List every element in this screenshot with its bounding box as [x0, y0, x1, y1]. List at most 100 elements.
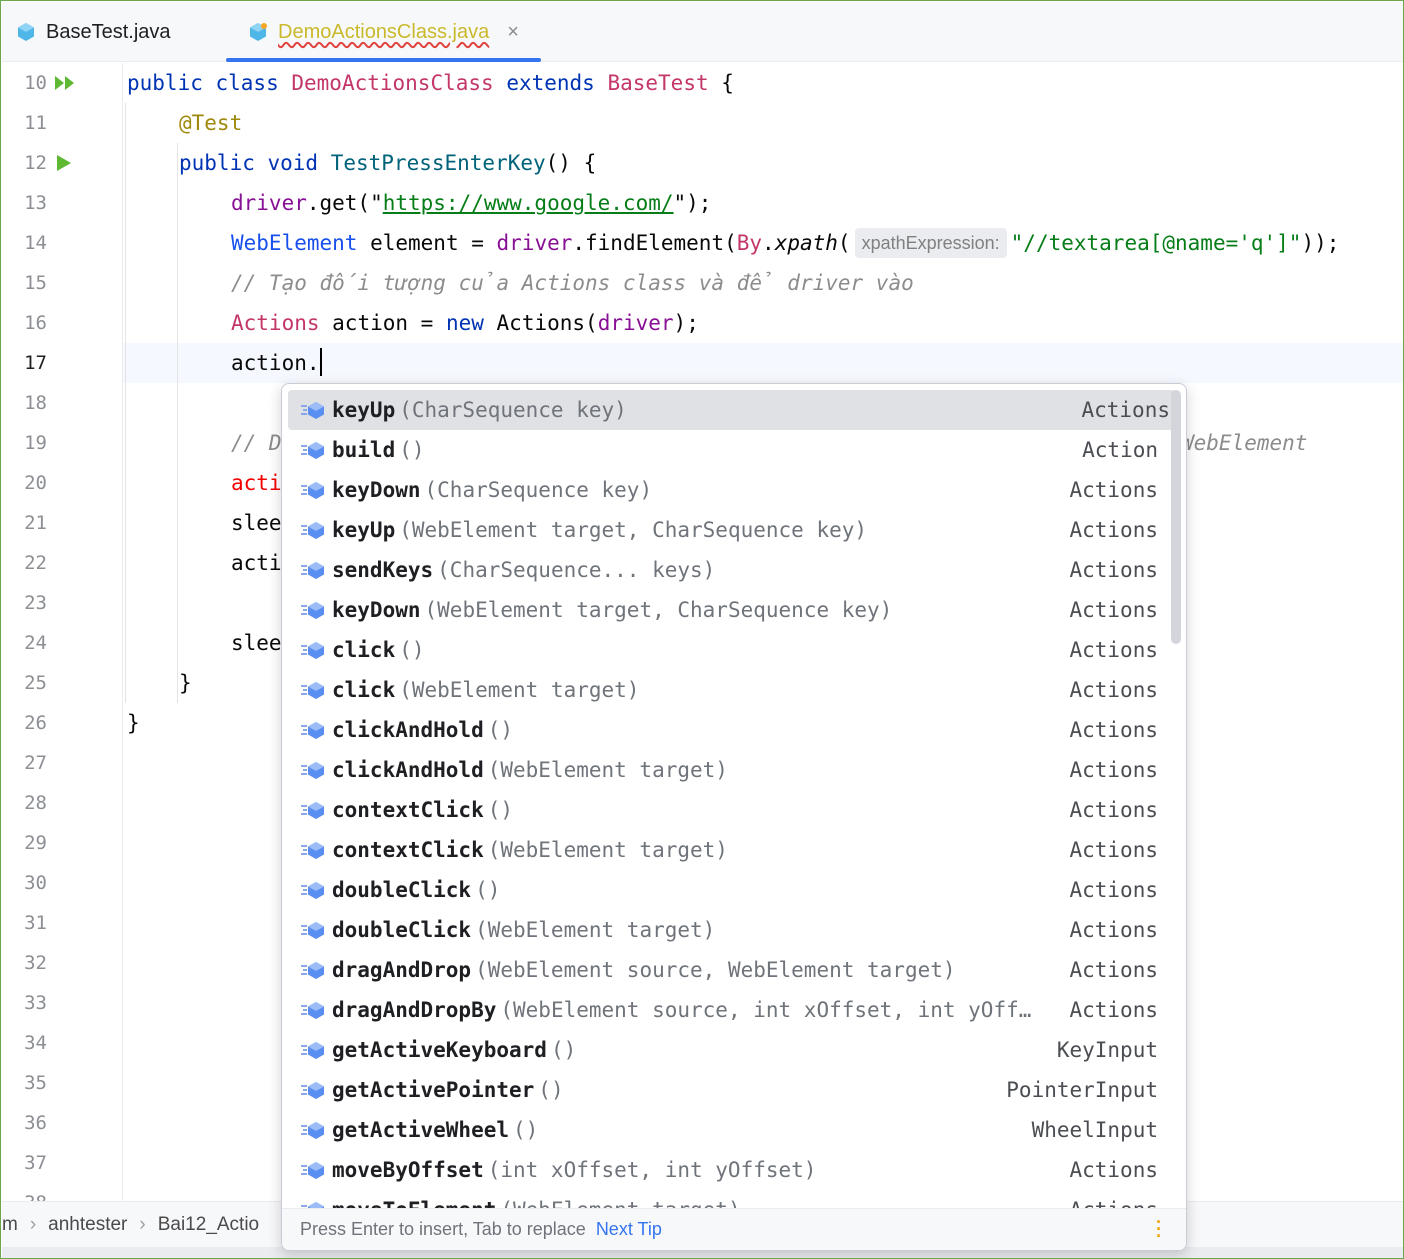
line-number[interactable]: 29: [1, 823, 47, 863]
return-type: Action: [1082, 438, 1158, 462]
line-number[interactable]: 24: [1, 623, 47, 663]
line-number[interactable]: 14: [1, 223, 47, 263]
completion-item[interactable]: getActiveKeyboard() KeyInput: [288, 1030, 1180, 1070]
line-number[interactable]: 26: [1, 703, 47, 743]
method-params: (): [399, 638, 425, 662]
completion-item[interactable]: keyUp (CharSequence key) Actions: [288, 390, 1176, 430]
method-name: click: [332, 678, 396, 702]
code-line-22[interactable]: acti: [231, 543, 282, 583]
line-number[interactable]: 23: [1, 583, 47, 623]
code-line-16[interactable]: Actions action = new Actions(driver);: [231, 303, 699, 343]
completion-item[interactable]: doubleClick (WebElement target) Actions: [288, 910, 1180, 950]
code-line-15[interactable]: // Tạo đối tượng của Actions class và để…: [231, 263, 914, 303]
breadcrumb-item[interactable]: anhtester: [48, 1214, 127, 1236]
code-line-26[interactable]: }: [127, 703, 140, 743]
code-line-13[interactable]: driver.get("https://www.google.com/");: [231, 183, 711, 223]
line-number[interactable]: 35: [1, 1063, 47, 1103]
completion-item[interactable]: sendKeys (CharSequence... keys) Actions: [288, 550, 1180, 590]
code-line-10[interactable]: public class DemoActionsClass extends Ba…: [127, 63, 734, 103]
code-line-25[interactable]: }: [179, 663, 192, 703]
line-number[interactable]: 17: [1, 343, 47, 383]
method-params: (): [475, 878, 501, 902]
run-test-icon[interactable]: [53, 154, 77, 172]
line-number[interactable]: 34: [1, 1023, 47, 1063]
code-line-24[interactable]: slee: [231, 623, 282, 663]
completion-item[interactable]: contextClick() Actions: [288, 790, 1180, 830]
completion-item[interactable]: contextClick (WebElement target) Actions: [288, 830, 1180, 870]
code-line-21[interactable]: slee: [231, 503, 282, 543]
completion-hint: Press Enter to insert, Tab to replace: [300, 1219, 586, 1239]
line-number[interactable]: 13: [1, 183, 47, 223]
line-number[interactable]: 30: [1, 863, 47, 903]
line-number[interactable]: 31: [1, 903, 47, 943]
line-number[interactable]: 20: [1, 463, 47, 503]
tab-demoactionsclass[interactable]: DemoActionsClass.java ×: [226, 2, 541, 62]
completion-item[interactable]: keyDown (WebElement target, CharSequence …: [288, 590, 1180, 630]
line-number[interactable]: 19: [1, 423, 47, 463]
line-number[interactable]: 22: [1, 543, 47, 583]
return-type: Actions: [1069, 998, 1158, 1022]
completion-item[interactable]: click() Actions: [288, 630, 1180, 670]
method-name: keyUp: [332, 518, 396, 542]
close-icon[interactable]: ×: [507, 21, 519, 44]
return-type: Actions: [1061, 1198, 1158, 1208]
completion-item[interactable]: keyDown (CharSequence key) Actions: [288, 470, 1180, 510]
method-icon: [301, 602, 324, 619]
code-line-17[interactable]: action.: [231, 343, 322, 383]
line-number[interactable]: 36: [1, 1103, 47, 1143]
chevron-right-icon: ›: [29, 1213, 37, 1235]
method-name: getActivePointer: [332, 1078, 535, 1102]
line-number[interactable]: 37: [1, 1143, 47, 1183]
completion-scrollbar[interactable]: [1171, 390, 1181, 644]
breadcrumb-item[interactable]: m: [2, 1214, 18, 1236]
completion-item[interactable]: click (WebElement target) Actions: [288, 670, 1180, 710]
code-line-20[interactable]: acti: [231, 463, 282, 503]
line-number[interactable]: 12: [1, 143, 47, 183]
method-params: (WebElement target): [399, 678, 640, 702]
completion-item[interactable]: build() Action: [288, 430, 1180, 470]
return-type: Actions: [1069, 638, 1158, 662]
breadcrumb-item[interactable]: Bai12_Actio: [158, 1214, 259, 1236]
line-number[interactable]: 18: [1, 383, 47, 423]
completion-item[interactable]: clickAndHold (WebElement target) Actions: [288, 750, 1180, 790]
line-number[interactable]: 32: [1, 943, 47, 983]
completion-item[interactable]: moveToElement (WebElement target) Actions: [288, 1190, 1180, 1208]
completion-item[interactable]: getActivePointer() PointerInput: [288, 1070, 1180, 1110]
gutter-line: 17: [1, 343, 1403, 383]
code-line-14[interactable]: WebElement element = driver.findElement(…: [231, 223, 1339, 263]
more-options-icon[interactable]: · · ·: [1156, 1213, 1162, 1245]
tab-basetest[interactable]: BaseTest.java: [16, 2, 171, 62]
method-icon: [301, 1082, 324, 1099]
completion-item[interactable]: dragAndDropBy (WebElement source, int xOf…: [288, 990, 1180, 1030]
method-icon: [301, 442, 324, 459]
completion-item[interactable]: keyUp (WebElement target, CharSequence ke…: [288, 510, 1180, 550]
return-type: PointerInput: [1006, 1078, 1158, 1102]
method-icon: [301, 802, 324, 819]
java-class-icon: [18, 23, 34, 41]
gutter-line: 16: [1, 303, 1403, 343]
method-name: doubleClick: [332, 918, 472, 942]
completion-item[interactable]: doubleClick() Actions: [288, 870, 1180, 910]
line-number[interactable]: 28: [1, 783, 47, 823]
line-number[interactable]: 15: [1, 263, 47, 303]
completion-footer: Press Enter to insert, Tab to replace Ne…: [282, 1208, 1186, 1250]
completion-item[interactable]: getActiveWheel() WheelInput: [288, 1110, 1180, 1150]
run-class-icon[interactable]: [53, 74, 77, 92]
line-number[interactable]: 33: [1, 983, 47, 1023]
code-line-12[interactable]: public void TestPressEnterKey() {: [179, 143, 596, 183]
line-number[interactable]: 11: [1, 103, 47, 143]
editor-tab-bar: BaseTest.java DemoActionsClass.java ×: [2, 2, 1403, 62]
line-number[interactable]: 27: [1, 743, 47, 783]
method-params: (WebElement target): [475, 918, 716, 942]
code-line-19[interactable]: // D: [231, 423, 282, 463]
completion-item[interactable]: moveByOffset (int xOffset, int yOffset) Ac…: [288, 1150, 1180, 1190]
line-number[interactable]: 21: [1, 503, 47, 543]
completion-item[interactable]: clickAndHold() Actions: [288, 710, 1180, 750]
return-type: Actions: [1069, 878, 1158, 902]
line-number[interactable]: 10: [1, 63, 47, 103]
completion-item[interactable]: dragAndDrop (WebElement source, WebElemen…: [288, 950, 1180, 990]
line-number[interactable]: 25: [1, 663, 47, 703]
code-line-11[interactable]: @Test: [179, 103, 242, 143]
next-tip-link[interactable]: Next Tip: [596, 1219, 662, 1240]
line-number[interactable]: 16: [1, 303, 47, 343]
